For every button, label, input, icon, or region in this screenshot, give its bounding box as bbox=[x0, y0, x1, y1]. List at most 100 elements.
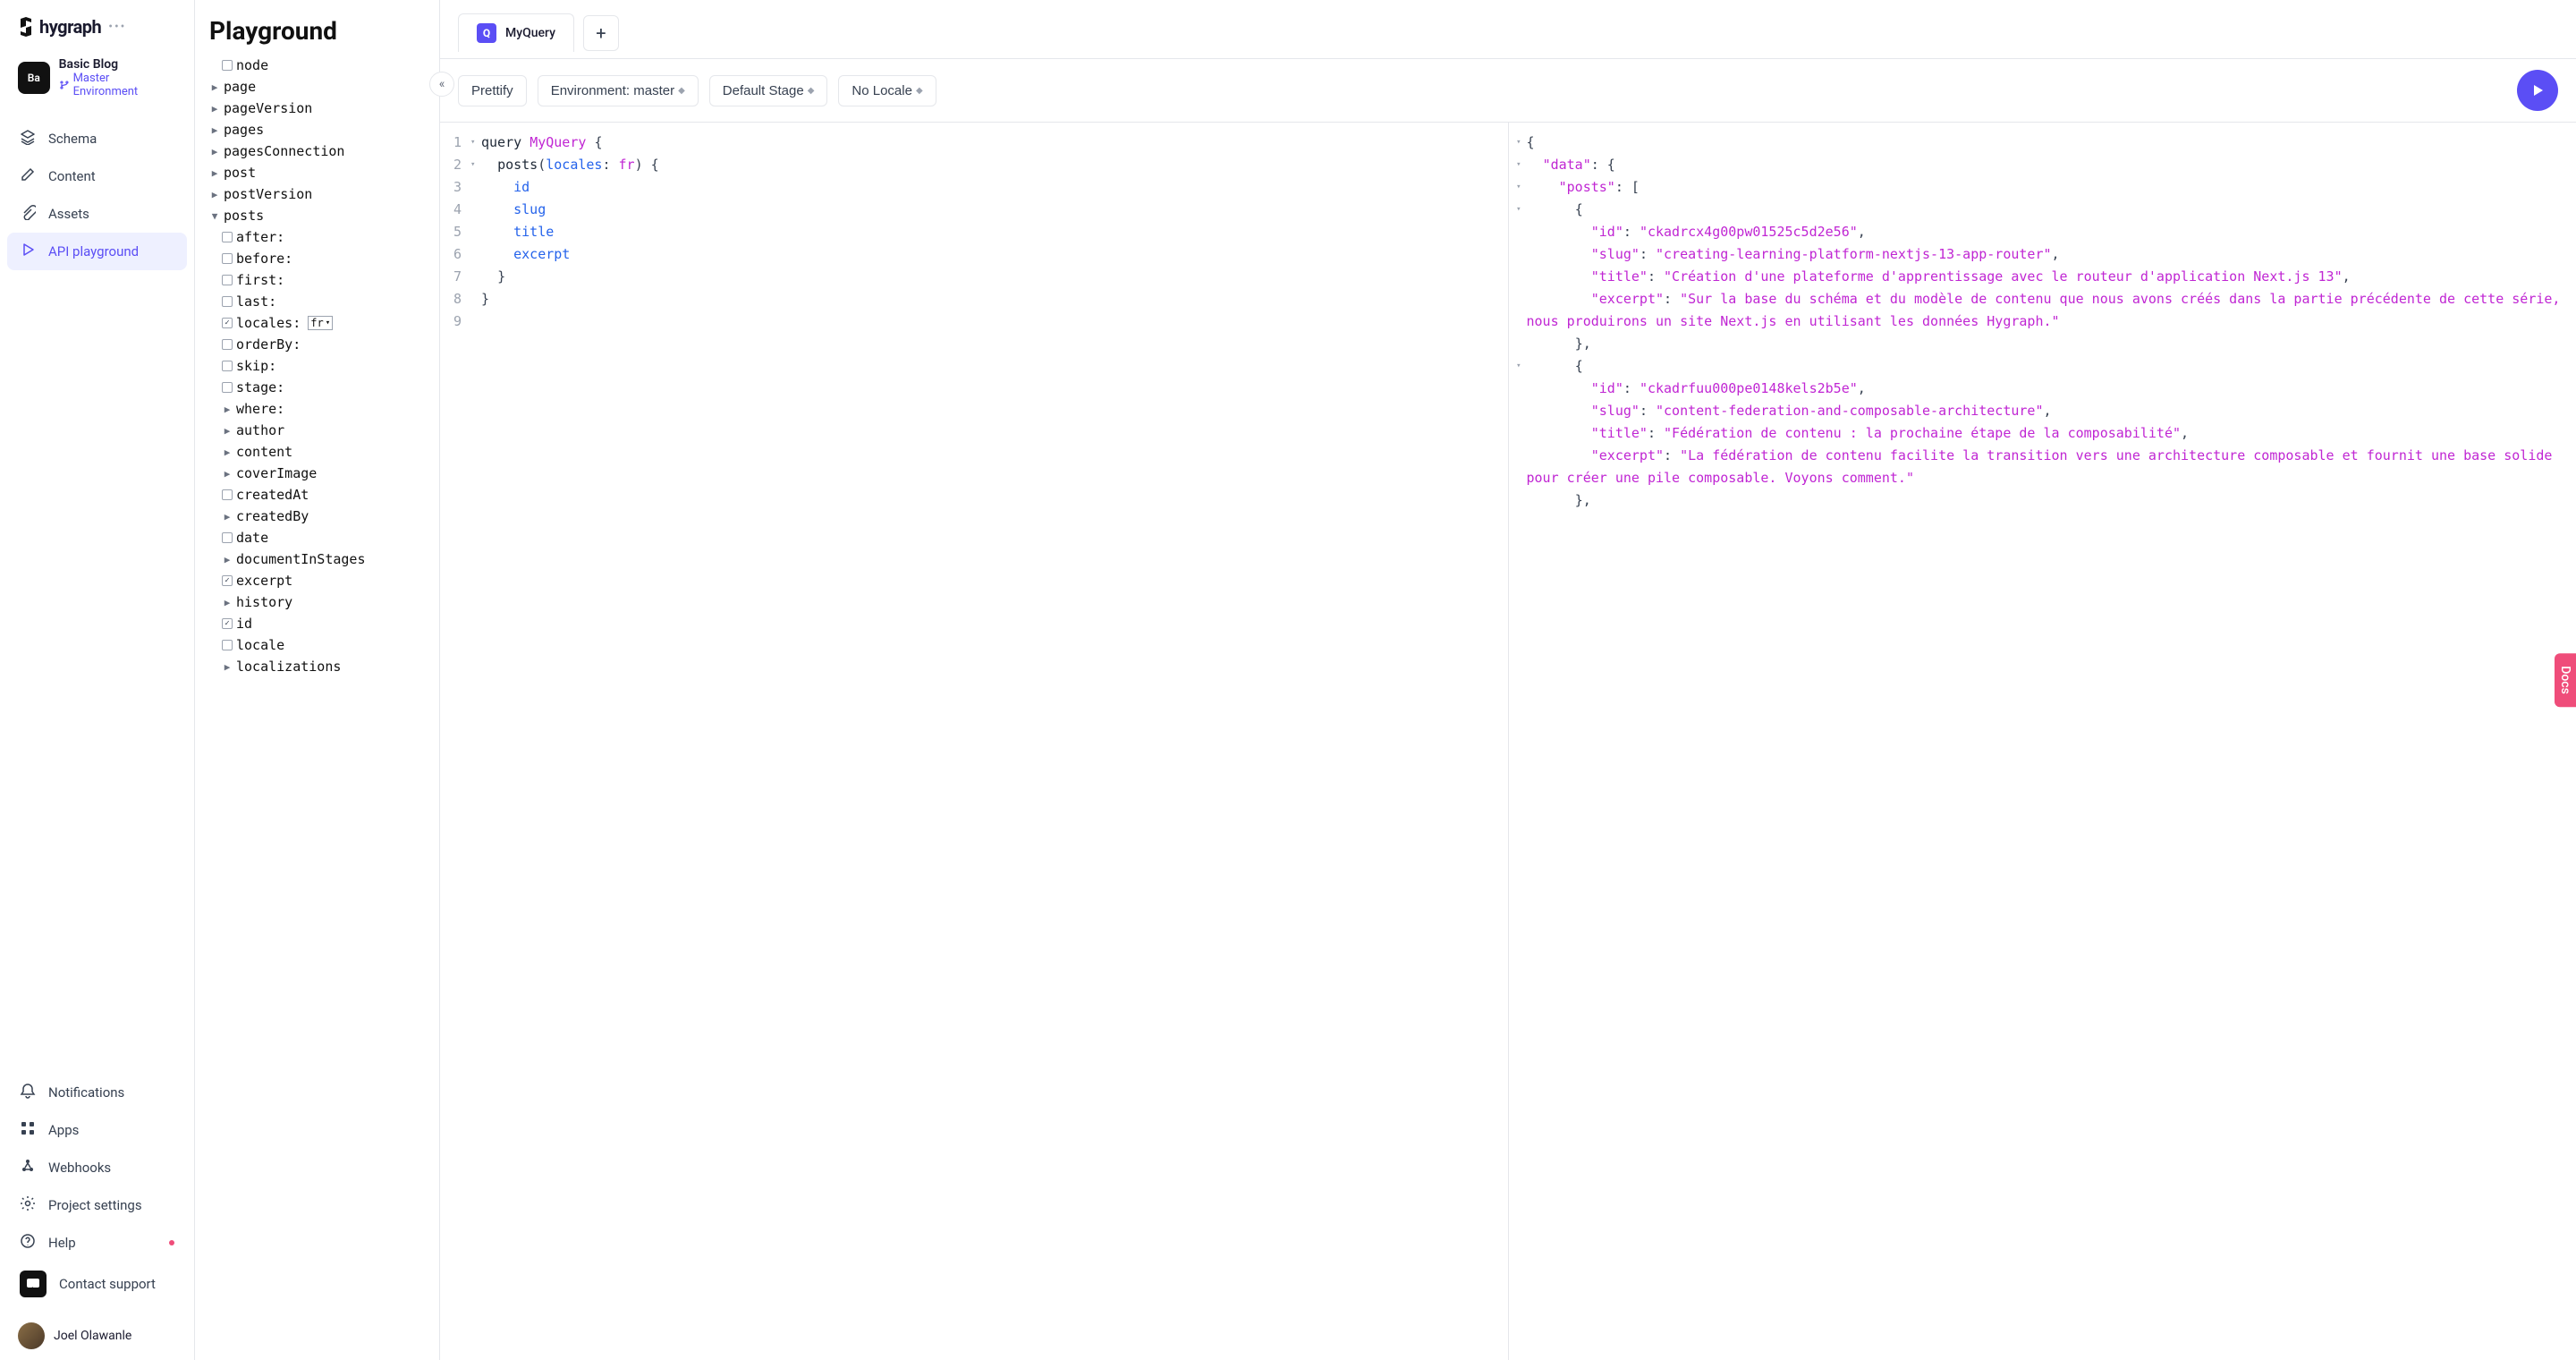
checkbox-icon[interactable] bbox=[222, 489, 233, 500]
environment-select[interactable]: Environment: master◆ bbox=[538, 75, 699, 106]
tree-item-last[interactable]: last: bbox=[209, 291, 425, 312]
tree-label: pageVersion bbox=[224, 100, 312, 116]
sidebar-item-assets[interactable]: Assets bbox=[7, 195, 187, 233]
sidebar-item-api-playground[interactable]: API playground bbox=[7, 233, 187, 270]
run-query-button[interactable] bbox=[2517, 70, 2558, 111]
sidebar-item-contact-support[interactable]: Contact support bbox=[7, 1262, 187, 1306]
tree-label: excerpt bbox=[236, 573, 292, 589]
tree-item-author[interactable]: ▶author bbox=[209, 420, 425, 441]
fold-icon bbox=[470, 310, 481, 333]
line-number: 1 bbox=[440, 132, 470, 154]
tree-item-locales[interactable]: locales:fr ▾ bbox=[209, 312, 425, 334]
help-icon bbox=[20, 1233, 36, 1253]
sidebar-item-content[interactable]: Content bbox=[7, 157, 187, 195]
fold-icon[interactable]: ▾ bbox=[1509, 132, 1527, 154]
tree-item-coverImage[interactable]: ▶coverImage bbox=[209, 463, 425, 484]
caret-icon: ▶ bbox=[209, 146, 220, 157]
tree-item-before[interactable]: before: bbox=[209, 248, 425, 269]
play-icon bbox=[2530, 83, 2545, 98]
tree-item-createdBy[interactable]: ▶createdBy bbox=[209, 506, 425, 527]
tree-item-documentInStages[interactable]: ▶documentInStages bbox=[209, 548, 425, 570]
checkbox-icon[interactable] bbox=[222, 60, 233, 71]
locale-select[interactable]: No Locale◆ bbox=[838, 75, 936, 106]
collapse-explorer-button[interactable]: « bbox=[429, 72, 454, 97]
sidebar-item-webhooks[interactable]: Webhooks bbox=[7, 1149, 187, 1186]
query-editor[interactable]: 1▾query MyQuery {2▾ posts(locales: fr) {… bbox=[440, 123, 1509, 1360]
checkbox-icon[interactable] bbox=[222, 232, 233, 242]
checkbox-icon[interactable] bbox=[222, 532, 233, 543]
tree-item-postVersion[interactable]: ▶postVersion bbox=[209, 183, 425, 205]
tree-item-first[interactable]: first: bbox=[209, 269, 425, 291]
sidebar-item-help[interactable]: Help bbox=[7, 1224, 187, 1262]
sidebar-item-schema[interactable]: Schema bbox=[7, 120, 187, 157]
tree-item-after[interactable]: after: bbox=[209, 226, 425, 248]
checkbox-icon[interactable] bbox=[222, 339, 233, 350]
tree-item-pageVersion[interactable]: ▶pageVersion bbox=[209, 98, 425, 119]
tree-label: date bbox=[236, 530, 268, 546]
caret-icon: ▶ bbox=[209, 124, 220, 136]
tree-item-pagesConnection[interactable]: ▶ pagesConnection bbox=[209, 140, 425, 162]
tree-label: createdBy bbox=[236, 508, 309, 524]
prettify-button[interactable]: Prettify bbox=[458, 75, 527, 106]
fold-icon[interactable]: ▾ bbox=[1509, 154, 1527, 176]
fold-icon[interactable]: ▾ bbox=[470, 154, 481, 176]
checkbox-icon[interactable] bbox=[222, 318, 233, 328]
tree-item-date[interactable]: date bbox=[209, 527, 425, 548]
checkbox-icon[interactable] bbox=[222, 253, 233, 264]
tree-label: pagesConnection bbox=[224, 143, 344, 159]
tree-item-skip[interactable]: skip: bbox=[209, 355, 425, 377]
sidebar-item-apps[interactable]: Apps bbox=[7, 1111, 187, 1149]
checkbox-icon[interactable] bbox=[222, 296, 233, 307]
nav-label: Assets bbox=[48, 206, 89, 222]
tree-item-page[interactable]: ▶page bbox=[209, 76, 425, 98]
brand-logo[interactable]: hygraph bbox=[18, 16, 101, 38]
tree-label: node bbox=[236, 57, 268, 73]
stage-select[interactable]: Default Stage◆ bbox=[709, 75, 828, 106]
checkbox-icon[interactable] bbox=[222, 382, 233, 393]
docs-tab[interactable]: Docs bbox=[2555, 653, 2576, 707]
tree-item-orderBy[interactable]: orderBy: bbox=[209, 334, 425, 355]
tree-label: skip: bbox=[236, 358, 276, 374]
tab-myquery[interactable]: Q MyQuery bbox=[458, 13, 574, 52]
tree-item-localizations[interactable]: ▶localizations bbox=[209, 656, 425, 677]
chat-icon bbox=[20, 1271, 47, 1297]
user-row[interactable]: Joel Olawanle bbox=[0, 1312, 194, 1360]
tree-item-node[interactable]: node bbox=[209, 55, 425, 76]
tree-item-locale[interactable]: locale bbox=[209, 634, 425, 656]
tree-item-where[interactable]: ▶where: bbox=[209, 398, 425, 420]
tree-item-pages[interactable]: ▶pages bbox=[209, 119, 425, 140]
more-icon[interactable]: ••• bbox=[108, 20, 126, 34]
fold-icon[interactable]: ▾ bbox=[1509, 176, 1527, 199]
fold-icon bbox=[1509, 333, 1527, 355]
checkbox-icon[interactable] bbox=[222, 618, 233, 629]
tree-item-post[interactable]: ▶post bbox=[209, 162, 425, 183]
project-selector[interactable]: Ba Basic Blog Master Environment bbox=[7, 50, 187, 106]
query-type-badge: Q bbox=[477, 23, 496, 43]
add-tab-button[interactable]: + bbox=[583, 15, 619, 51]
result-viewer[interactable]: ▾{▾ "data": {▾ "posts": [▾ { "id": "ckad… bbox=[1509, 123, 2576, 1360]
line-number: 4 bbox=[440, 199, 470, 221]
hygraph-logo-icon bbox=[18, 17, 34, 37]
tree-item-posts[interactable]: ▼posts bbox=[209, 205, 425, 226]
gear-icon bbox=[20, 1195, 36, 1215]
checkbox-icon[interactable] bbox=[222, 361, 233, 371]
sidebar-item-notifications[interactable]: Notifications bbox=[7, 1074, 187, 1111]
tree-item-content[interactable]: ▶content bbox=[209, 441, 425, 463]
caret-icon: ▶ bbox=[222, 511, 233, 523]
tree-item-id[interactable]: id bbox=[209, 613, 425, 634]
tree-item-excerpt[interactable]: excerpt bbox=[209, 570, 425, 591]
tree-item-stage[interactable]: stage: bbox=[209, 377, 425, 398]
sidebar-item-project-settings[interactable]: Project settings bbox=[7, 1186, 187, 1224]
fold-icon[interactable]: ▾ bbox=[1509, 355, 1527, 378]
tree-item-history[interactable]: ▶history bbox=[209, 591, 425, 613]
user-name: Joel Olawanle bbox=[54, 1329, 131, 1343]
caret-icon: ▶ bbox=[222, 446, 233, 458]
fold-icon[interactable]: ▾ bbox=[1509, 199, 1527, 221]
locale-value-select[interactable]: fr ▾ bbox=[308, 316, 333, 330]
checkbox-icon[interactable] bbox=[222, 275, 233, 285]
checkbox-icon[interactable] bbox=[222, 575, 233, 586]
nav-label: Content bbox=[48, 168, 96, 184]
fold-icon[interactable]: ▾ bbox=[470, 132, 481, 154]
checkbox-icon[interactable] bbox=[222, 640, 233, 650]
tree-item-createdAt[interactable]: createdAt bbox=[209, 484, 425, 506]
